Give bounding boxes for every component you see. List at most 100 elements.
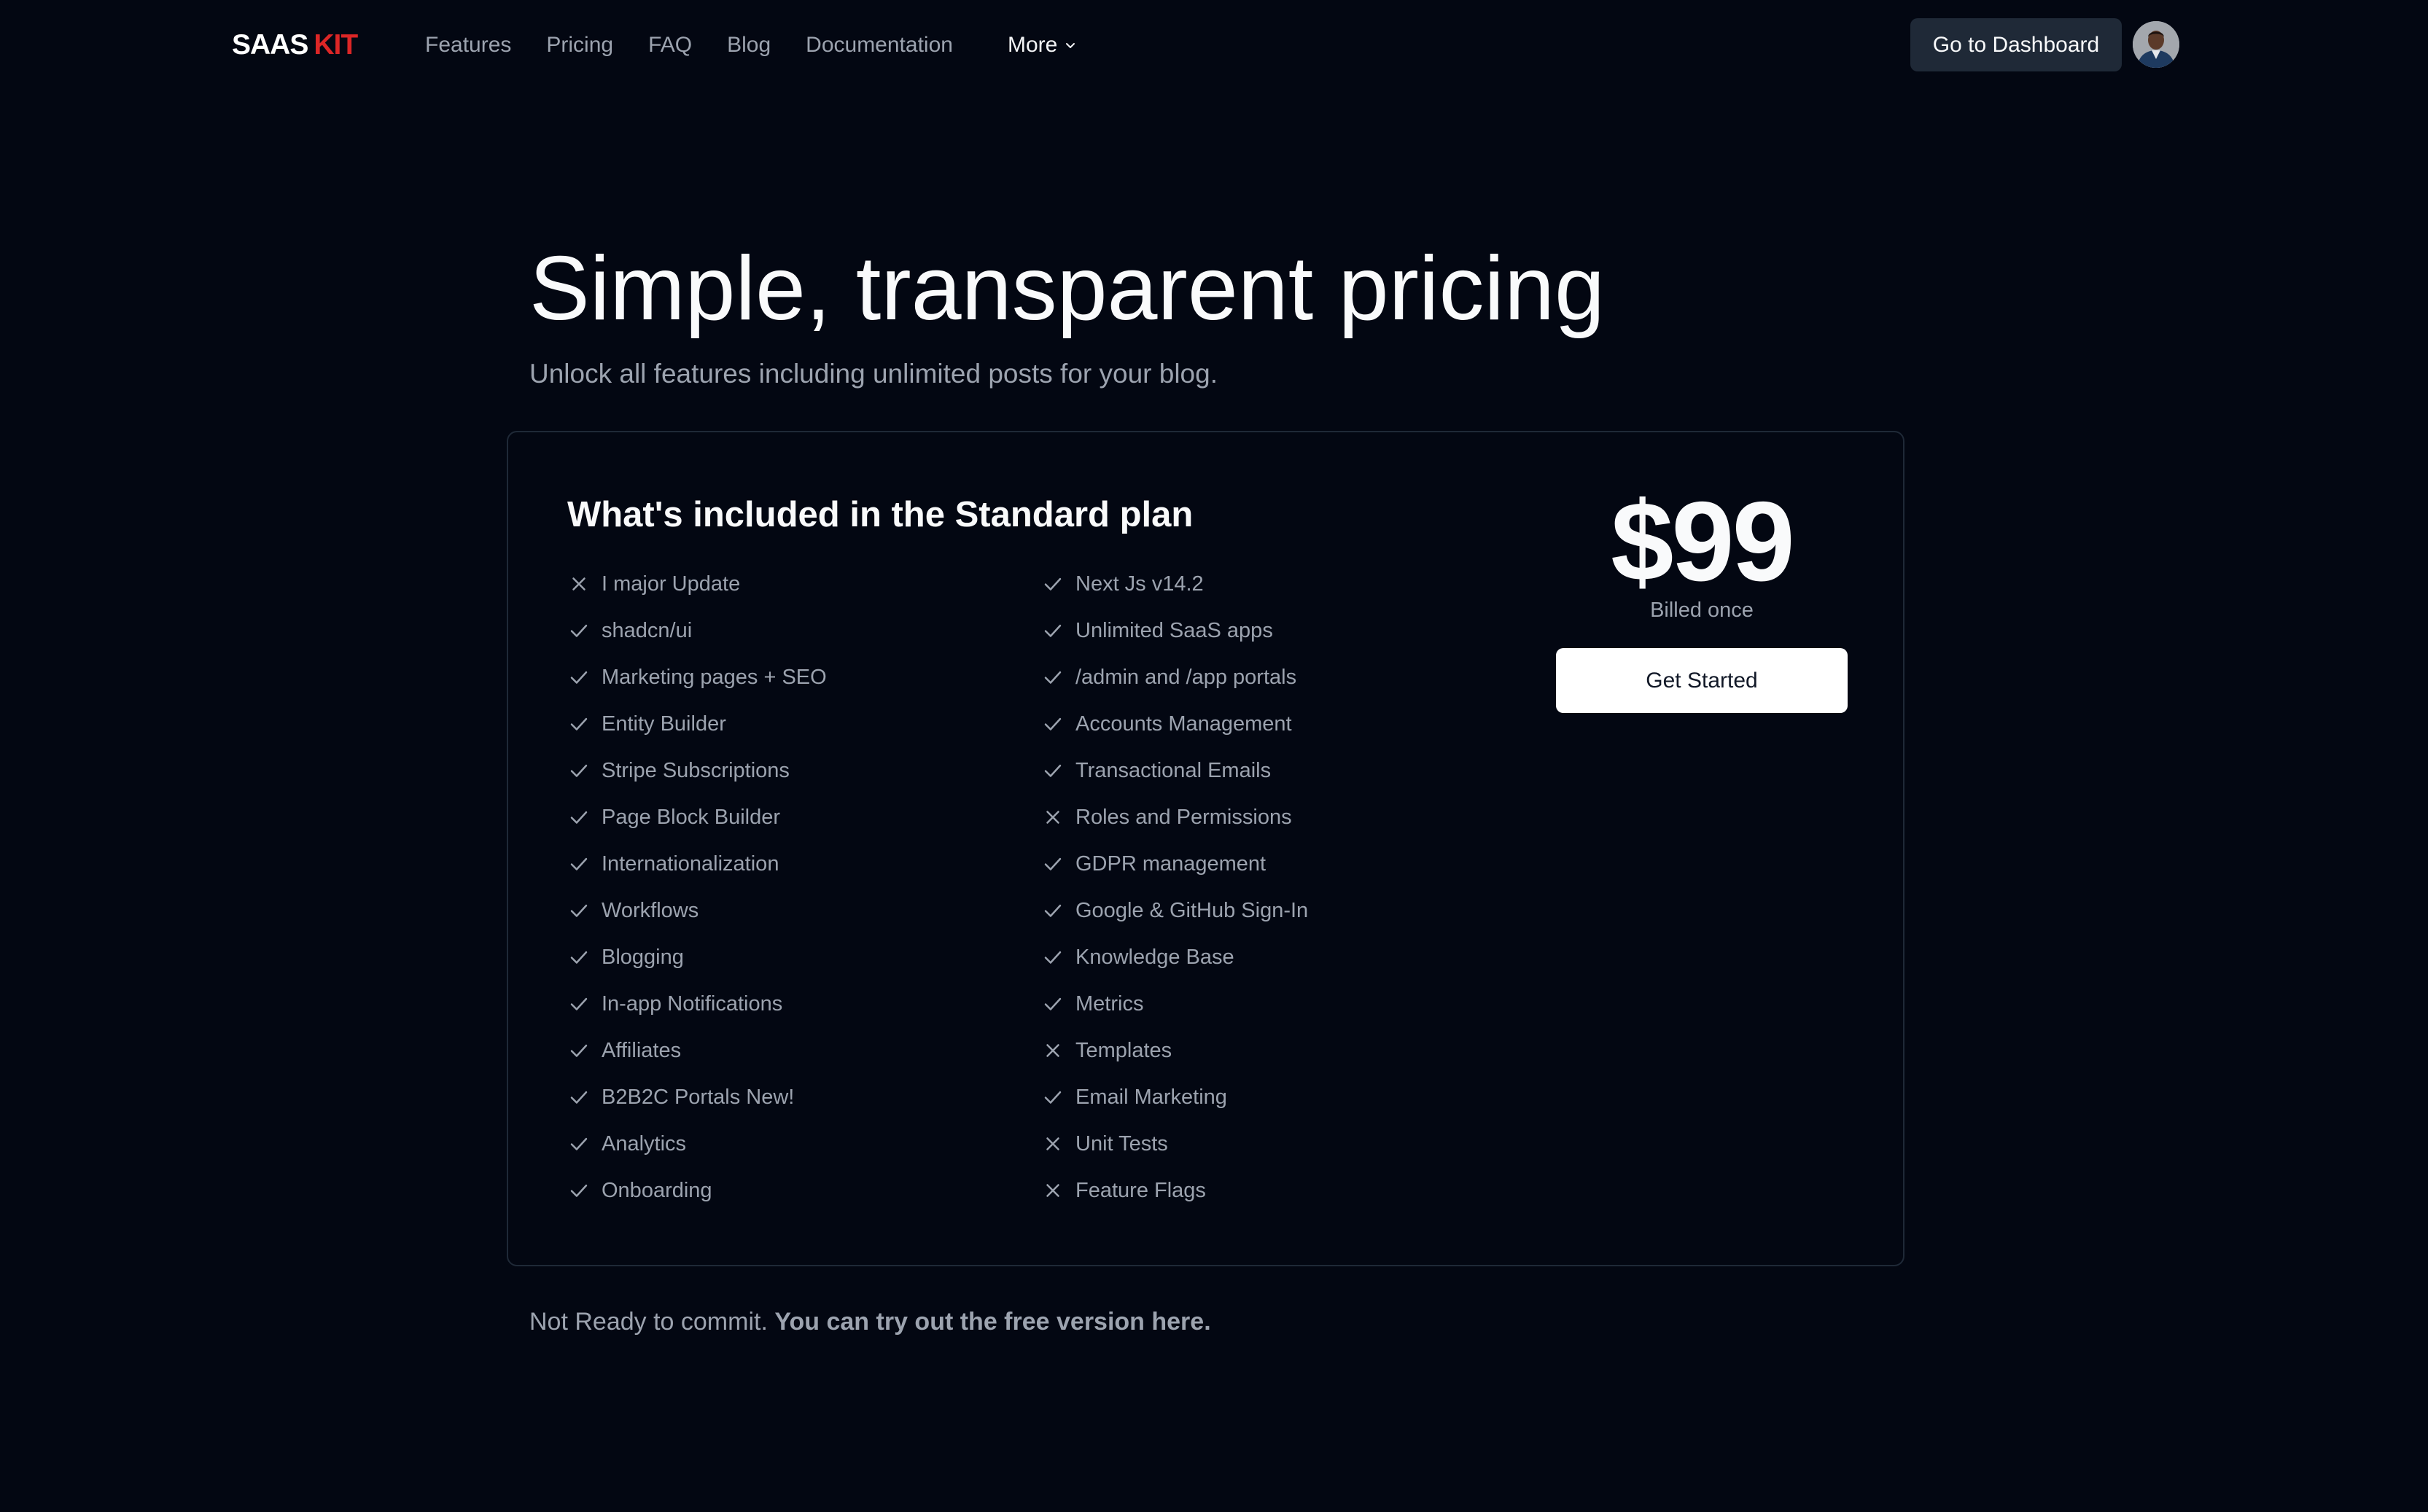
nav-link-pricing[interactable]: Pricing (546, 29, 613, 61)
feature-item: Transactional Emails (1041, 747, 1515, 794)
check-icon (1041, 712, 1065, 736)
user-avatar-image (2133, 21, 2179, 68)
get-started-button[interactable]: Get Started (1556, 648, 1848, 713)
x-icon (1041, 1039, 1065, 1062)
page-title: Simple, transparent pricing (529, 238, 1605, 339)
nav-link-faq[interactable]: FAQ (648, 29, 692, 61)
feature-item: Workflows (567, 887, 1041, 934)
feature-item: Templates (1041, 1027, 1515, 1074)
feature-label: Transactional Emails (1075, 759, 1272, 782)
check-icon (1041, 572, 1065, 596)
feature-item: Accounts Management (1041, 701, 1515, 747)
feature-label: Templates (1075, 1039, 1172, 1062)
feature-item: Roles and Permissions (1041, 794, 1515, 841)
page-subtitle: Unlock all features including unlimited … (529, 359, 1218, 389)
feature-label: Roles and Permissions (1075, 806, 1292, 829)
feature-label: Unit Tests (1075, 1132, 1168, 1156)
feature-item: Blogging (567, 934, 1041, 981)
billing-period: Billed once (1650, 599, 1754, 622)
feature-label: /admin and /app portals (1075, 666, 1297, 689)
feature-item: I major Update (567, 561, 1041, 607)
check-icon (567, 712, 591, 736)
plan-price: $99 (1611, 478, 1795, 604)
feature-item: B2B2C Portals New! (567, 1074, 1041, 1121)
feature-item: In-app Notifications (567, 981, 1041, 1027)
check-icon (1041, 759, 1065, 782)
free-version-link[interactable]: You can try out the free version here. (774, 1308, 1210, 1336)
check-icon (567, 1132, 591, 1156)
feature-label: Blogging (602, 946, 684, 969)
check-icon (567, 666, 591, 689)
x-icon (1041, 806, 1065, 829)
feature-label: Affiliates (602, 1039, 682, 1062)
nav-link-documentation[interactable]: Documentation (806, 29, 953, 61)
main-nav: Features Pricing FAQ Blog Documentation (425, 29, 988, 61)
feature-label: B2B2C Portals New! (602, 1086, 795, 1109)
feature-item: Unlimited SaaS apps (1041, 607, 1515, 654)
feature-item: Entity Builder (567, 701, 1041, 747)
check-icon (567, 852, 591, 876)
check-icon (567, 759, 591, 782)
more-menu-label: More (1008, 33, 1058, 57)
check-icon (567, 992, 591, 1016)
feature-item: Affiliates (567, 1027, 1041, 1074)
logo-text-accent: KIT (314, 29, 358, 61)
feature-item: GDPR management (1041, 841, 1515, 887)
check-icon (567, 1039, 591, 1062)
feature-item: Feature Flags (1041, 1167, 1515, 1214)
more-menu-button[interactable]: More (1008, 29, 1076, 61)
x-icon (1041, 1179, 1065, 1202)
chevron-down-icon (1066, 43, 1075, 48)
check-icon (1041, 852, 1065, 876)
feature-label: Analytics (602, 1132, 687, 1156)
feature-item: Stripe Subscriptions (567, 747, 1041, 794)
feature-item: /admin and /app portals (1041, 654, 1515, 701)
price-block: $99 Billed once (1556, 483, 1848, 623)
logo-text-primary: SAAS (232, 29, 308, 61)
feature-label: Entity Builder (602, 712, 726, 736)
check-icon (1041, 666, 1065, 689)
feature-label: Feature Flags (1075, 1179, 1206, 1202)
check-icon (1041, 619, 1065, 642)
pricing-card: What's included in the Standard plan I m… (507, 431, 1904, 1266)
check-icon (567, 899, 591, 922)
feature-label: Unlimited SaaS apps (1075, 619, 1273, 642)
feature-item: Analytics (567, 1121, 1041, 1167)
feature-label: Next Js v14.2 (1075, 572, 1204, 596)
check-icon (1041, 992, 1065, 1016)
check-icon (567, 806, 591, 829)
logo[interactable]: SAAS KIT (232, 29, 358, 61)
feature-label: Accounts Management (1075, 712, 1292, 736)
feature-item: Internationalization (567, 841, 1041, 887)
free-version-note: Not Ready to commit. You can try out the… (529, 1305, 1211, 1338)
feature-label: Internationalization (602, 852, 779, 876)
check-icon (1041, 946, 1065, 969)
feature-label: Email Marketing (1075, 1086, 1227, 1109)
avatar[interactable] (2133, 21, 2179, 68)
check-icon (567, 1179, 591, 1202)
feature-item: Next Js v14.2 (1041, 561, 1515, 607)
nav-link-features[interactable]: Features (425, 29, 511, 61)
feature-item: Onboarding (567, 1167, 1041, 1214)
feature-label: Marketing pages + SEO (602, 666, 827, 689)
feature-label: Onboarding (602, 1179, 712, 1202)
check-icon (567, 1086, 591, 1109)
feature-label: Knowledge Base (1075, 946, 1234, 969)
check-icon (567, 946, 591, 969)
feature-item: shadcn/ui (567, 607, 1041, 654)
feature-label: Google & GitHub Sign-In (1075, 899, 1309, 922)
feature-item: Metrics (1041, 981, 1515, 1027)
nav-link-blog[interactable]: Blog (727, 29, 771, 61)
plan-title: What's included in the Standard plan (567, 495, 1194, 534)
site-header: SAAS KIT Features Pricing FAQ Blog Docume… (0, 0, 2428, 90)
x-icon (567, 572, 591, 596)
feature-label: In-app Notifications (602, 992, 783, 1016)
feature-item: Email Marketing (1041, 1074, 1515, 1121)
feature-label: Stripe Subscriptions (602, 759, 790, 782)
feature-item: Page Block Builder (567, 794, 1041, 841)
go-to-dashboard-button[interactable]: Go to Dashboard (1910, 18, 2122, 71)
x-icon (1041, 1132, 1065, 1156)
feature-label: Metrics (1075, 992, 1144, 1016)
feature-label: shadcn/ui (602, 619, 693, 642)
feature-label: I major Update (602, 572, 741, 596)
